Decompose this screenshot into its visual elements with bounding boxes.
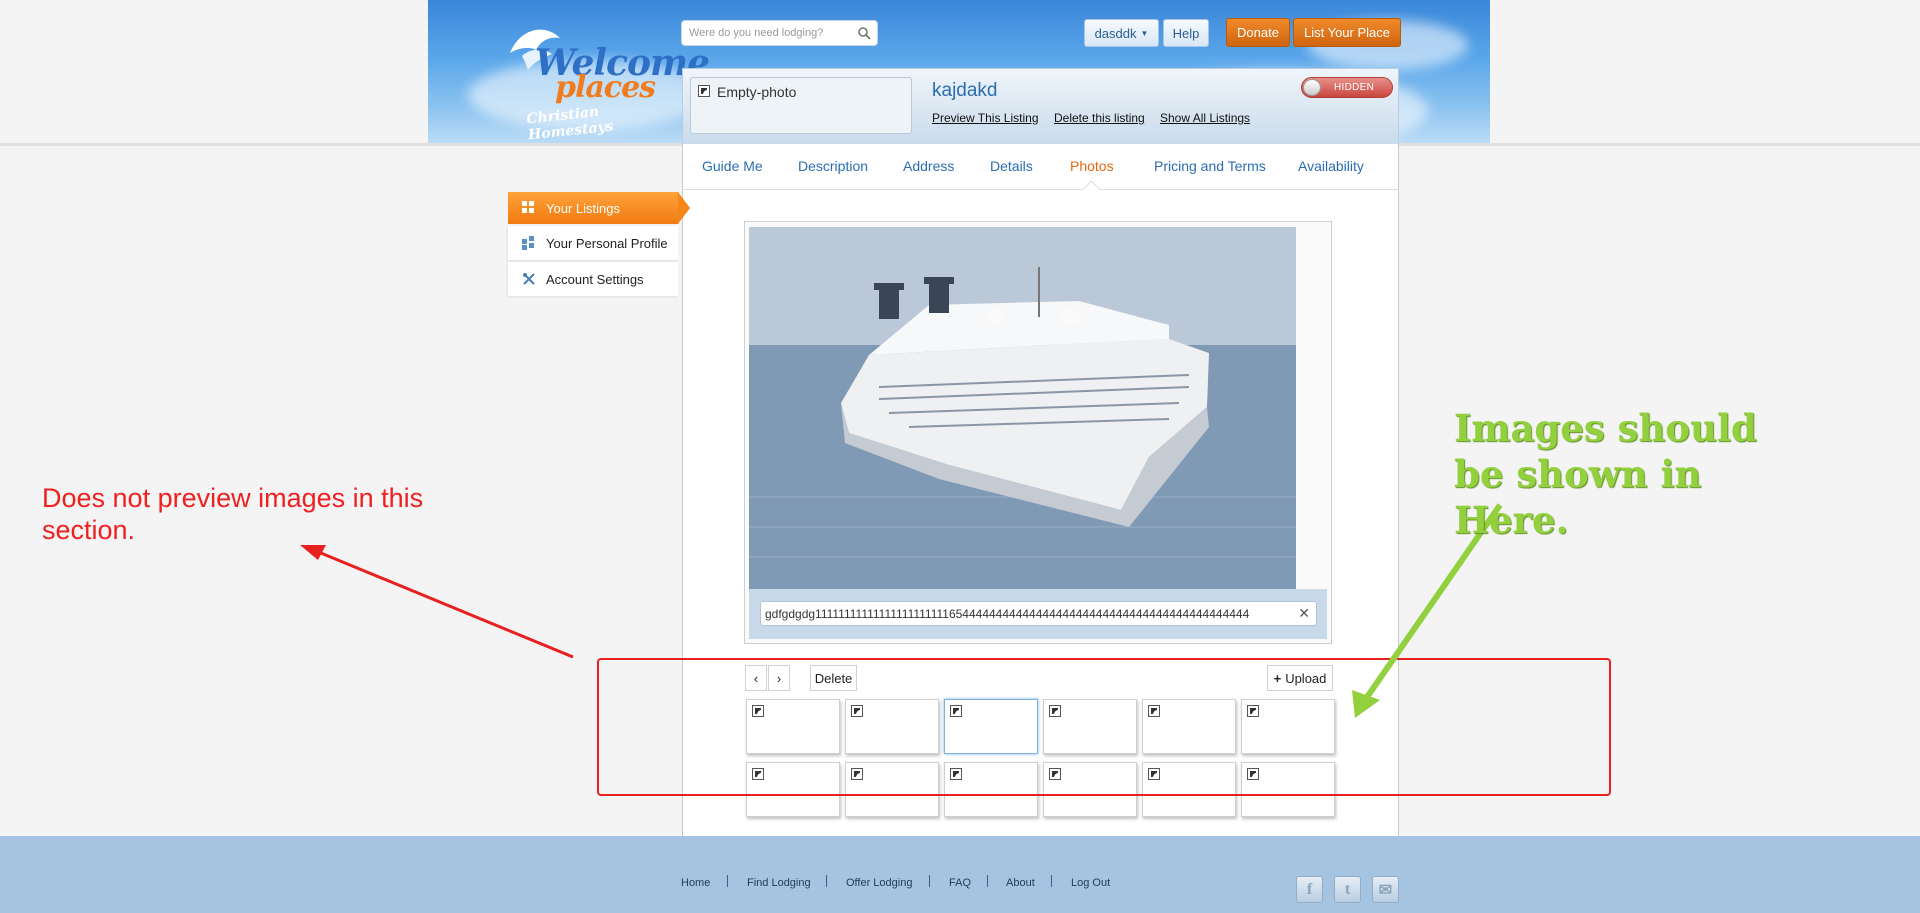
footer-separator [987,875,988,887]
footer-link-find-lodging[interactable]: Find Lodging [747,877,811,889]
footer-link-offer-lodging[interactable]: Offer Lodging [846,877,912,889]
footer-link-log-out[interactable]: Log Out [1071,877,1110,889]
twitter-icon[interactable]: t [1334,876,1361,903]
footer-link-home[interactable]: Home [681,877,710,889]
red-arrow [315,549,574,659]
footer-link-about[interactable]: About [1006,877,1035,889]
footer-separator [727,875,728,887]
footer-separator [1051,875,1052,887]
footer-separator [826,875,827,887]
mail-icon[interactable]: ✉ [1372,876,1399,903]
footer [0,836,1920,913]
annotation-red-note: Does not preview images in this section. [42,483,424,545]
footer-separator [929,875,930,887]
footer-link-faq[interactable]: FAQ [949,877,971,889]
facebook-icon[interactable]: f [1296,876,1323,903]
annotation-green-note: Images should be shown in Here. [1454,406,1757,542]
